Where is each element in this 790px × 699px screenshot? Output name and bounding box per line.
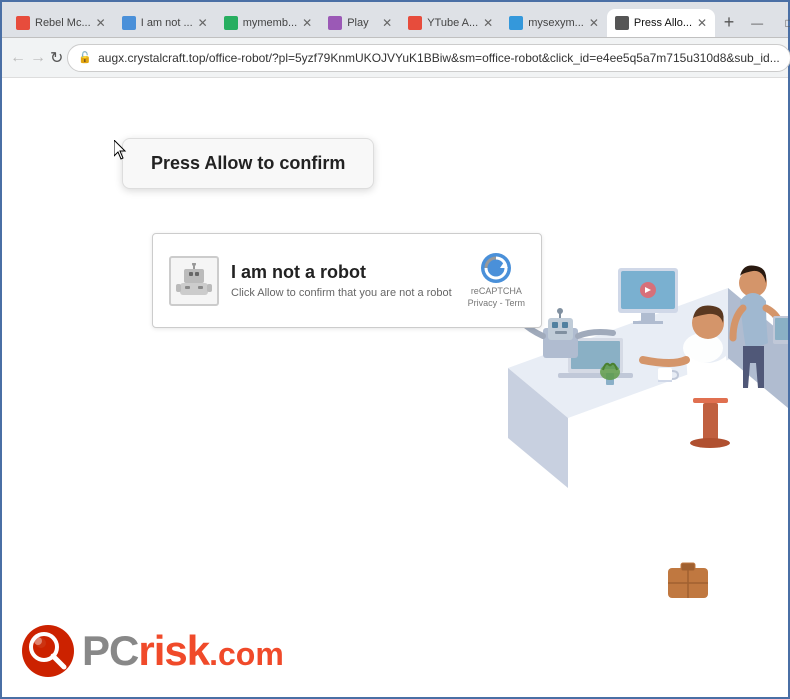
tab-press-allow[interactable]: Press Allo... ✕ <box>607 9 715 37</box>
pcrisk-icon <box>22 625 74 677</box>
tab-close-1[interactable]: ✕ <box>96 16 106 30</box>
com-text: .com <box>209 636 284 672</box>
captcha-card: I am not a robot Click Allow to confirm … <box>152 233 542 328</box>
recaptcha-logo <box>480 252 512 284</box>
tab-play[interactable]: Play ✕ <box>320 9 400 37</box>
tab-label-5: YTube A... <box>427 17 478 29</box>
tab-favicon-4 <box>328 16 342 30</box>
tab-close-4[interactable]: ✕ <box>382 16 392 30</box>
tab-mymemb[interactable]: mymemb... ✕ <box>216 9 320 37</box>
url-text: augx.crystalcraft.top/office-robot/?pl=5… <box>98 51 780 65</box>
address-bar[interactable]: 🔓 augx.crystalcraft.top/office-robot/?pl… <box>67 44 790 72</box>
robot-icon <box>176 263 212 299</box>
tab-favicon-2 <box>122 16 136 30</box>
window-controls: — □ ✕ <box>743 12 790 34</box>
tab-close-3[interactable]: ✕ <box>302 16 312 30</box>
security-icon: 🔓 <box>78 51 92 64</box>
tab-robot[interactable]: I am not ... ✕ <box>114 9 216 37</box>
tab-label-7: Press Allo... <box>634 17 692 29</box>
press-allow-container: Press Allow to confirm <box>122 138 374 189</box>
page-content: Press Allow to confirm <box>2 78 788 697</box>
tab-close-7[interactable]: ✕ <box>697 16 707 30</box>
tab-bar: Rebel Mc... ✕ I am not ... ✕ mymemb... ✕… <box>2 2 788 38</box>
browser-window: Rebel Mc... ✕ I am not ... ✕ mymemb... ✕… <box>0 0 790 699</box>
controls-bar: ← → ↻ 🔓 augx.crystalcraft.top/office-rob… <box>2 38 788 78</box>
captcha-title: I am not a robot <box>231 262 456 283</box>
reload-button[interactable]: ↻ <box>50 44 63 72</box>
captcha-subtitle: Click Allow to confirm that you are not … <box>231 287 456 299</box>
tab-label-6: mysexym... <box>528 17 584 29</box>
tab-rebel[interactable]: Rebel Mc... ✕ <box>8 9 114 37</box>
tab-favicon-6 <box>509 16 523 30</box>
maximize-button[interactable]: □ <box>775 12 790 34</box>
captcha-checkbox[interactable] <box>169 256 219 306</box>
forward-button[interactable]: → <box>30 44 46 72</box>
tab-close-5[interactable]: ✕ <box>483 16 493 30</box>
tab-favicon-3 <box>224 16 238 30</box>
office-illustration <box>448 108 788 628</box>
recaptcha-brand: reCAPTCHA Privacy - Term <box>468 252 525 309</box>
tab-close-2[interactable]: ✕ <box>198 16 208 30</box>
tab-label-3: mymemb... <box>243 17 297 29</box>
pcrisk-logo: PCrisk.com <box>22 625 284 677</box>
tab-close-6[interactable]: ✕ <box>589 16 599 30</box>
pcrisk-text: PCrisk.com <box>82 627 284 675</box>
minimize-button[interactable]: — <box>743 12 771 34</box>
tab-favicon-7 <box>615 16 629 30</box>
tab-label-2: I am not ... <box>141 17 193 29</box>
new-tab-button[interactable]: + <box>715 9 743 37</box>
tab-favicon-1 <box>16 16 30 30</box>
tab-label-1: Rebel Mc... <box>35 17 91 29</box>
tab-label-4: Play <box>347 17 368 29</box>
back-button[interactable]: ← <box>10 44 26 72</box>
tab-favicon-5 <box>408 16 422 30</box>
tab-mysexym[interactable]: mysexym... ✕ <box>501 9 607 37</box>
pc-text: PC <box>82 627 138 674</box>
risk-text: risk <box>138 627 209 674</box>
captcha-text: I am not a robot Click Allow to confirm … <box>231 262 456 299</box>
tab-ytube[interactable]: YTube A... ✕ <box>400 9 501 37</box>
recaptcha-label: reCAPTCHA Privacy - Term <box>468 286 525 309</box>
press-allow-button[interactable]: Press Allow to confirm <box>122 138 374 189</box>
